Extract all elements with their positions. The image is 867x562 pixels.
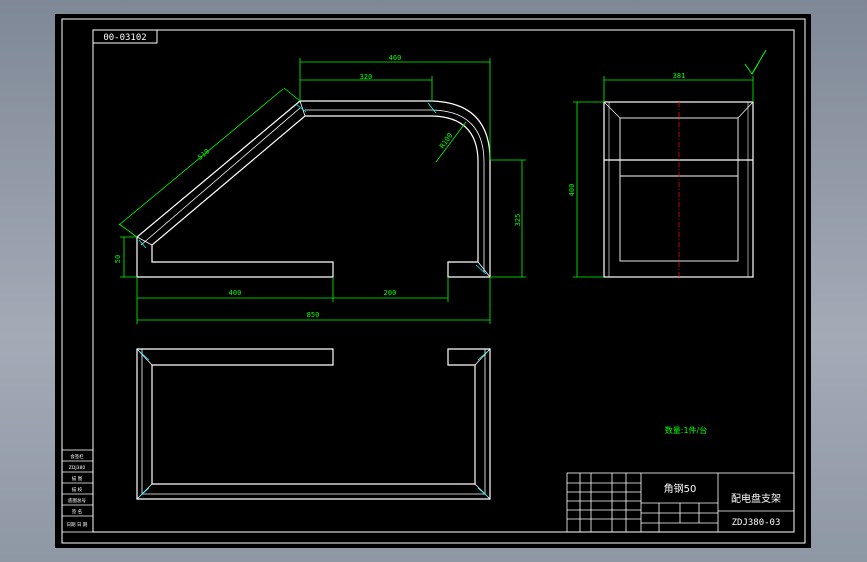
dim-top-straight: 320 <box>360 73 373 81</box>
cad-viewport: 00-03102 460 320 R100 510 50 325 400 200… <box>0 0 867 562</box>
dim-side-height: 400 <box>568 184 576 197</box>
quantity-note: 数量:1件/台 <box>665 425 707 435</box>
dim-right-vertical: 325 <box>514 214 522 227</box>
left-strip-2: 描 图 <box>72 475 83 482</box>
dim-side-width: 381 <box>673 72 686 80</box>
left-strip-1: ZDJ380 <box>69 465 86 471</box>
code-box-text: 00-03102 <box>103 33 146 43</box>
dim-top-total: 460 <box>389 54 402 62</box>
sheet-background <box>55 14 811 548</box>
left-strip-4: 底图总号 <box>68 497 86 504</box>
left-strip-5: 签 名 <box>72 508 82 515</box>
dim-bottom-left: 400 <box>229 289 242 297</box>
dim-bottom-right: 200 <box>384 289 397 297</box>
drawing-sheet: 00-03102 460 320 R100 510 50 325 400 200… <box>55 14 811 548</box>
dim-overall: 850 <box>307 311 320 319</box>
left-strip-6: 日期 日 期 <box>67 522 88 528</box>
part-name: 配电盘支架 <box>731 492 781 505</box>
left-strip-0: 会签栏 <box>70 453 84 460</box>
material-label: 角钢50 <box>664 482 697 495</box>
dim-left-small: 50 <box>114 255 122 263</box>
left-strip-3: 描 校 <box>72 486 83 493</box>
drawing-number: ZDJ380-03 <box>732 518 781 528</box>
